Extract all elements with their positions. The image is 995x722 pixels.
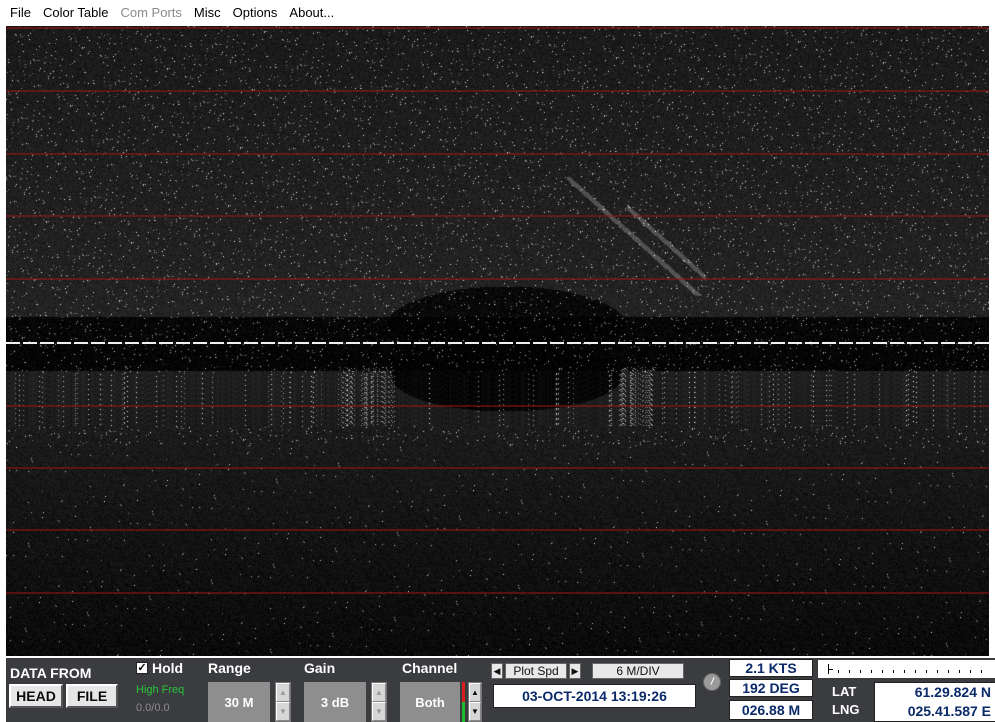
sonar-display[interactable] [6, 26, 989, 656]
channel-up-icon[interactable]: ▲ [469, 683, 481, 702]
gain-spinner[interactable]: ▲ ▼ [371, 682, 387, 722]
position-readout: 61.29.824 N 025.41.587 E [874, 682, 995, 722]
plot-speed-increase-icon[interactable]: ▶ [569, 663, 581, 679]
ruler-tick [882, 670, 883, 673]
lng-label: LNG [832, 702, 860, 717]
gain-up-icon[interactable]: ▲ [372, 683, 386, 702]
menu-bar: File Color Table Com Ports Misc Options … [0, 0, 995, 24]
lat-value: 61.29.824 N [914, 684, 991, 700]
gain-value[interactable]: 3 dB [304, 682, 366, 722]
channel-value[interactable]: Both [400, 682, 460, 722]
range-up-icon[interactable]: ▲ [276, 683, 290, 702]
head-button[interactable]: HEAD [9, 684, 63, 708]
ruler-tick [915, 670, 916, 673]
heading-readout: 192 DEG [729, 679, 813, 697]
lat-label: LAT [832, 684, 857, 699]
frequency-label: High Freq [136, 684, 185, 696]
range-spinner[interactable]: ▲ ▼ [275, 682, 291, 722]
ruler-tick [871, 670, 872, 673]
range-value[interactable]: 30 M [208, 682, 270, 722]
menu-color-table[interactable]: Color Table [37, 5, 115, 20]
datetime-readout: 03-OCT-2014 13:19:26 [493, 684, 696, 708]
scale-ruler [818, 660, 995, 678]
channel-starboard-indicator [462, 702, 465, 722]
ruler-tick [970, 670, 971, 673]
ruler-tick [849, 670, 850, 673]
control-panel: DATA FROM HEAD FILE ✓ Hold High Freq 0.0… [6, 658, 995, 722]
ruler-tick-foot [828, 669, 833, 670]
ruler-tick [926, 670, 927, 673]
gain-down-icon[interactable]: ▼ [372, 702, 386, 721]
gain-label: Gain [304, 660, 336, 676]
plot-speed-label: Plot Spd [505, 663, 567, 679]
hold-checkbox[interactable]: ✓ [136, 662, 148, 674]
depth-readout: 026.88 M [729, 700, 813, 720]
ruler-tick [981, 670, 982, 673]
ruler-tick [937, 670, 938, 673]
file-button[interactable]: FILE [66, 684, 118, 708]
menu-file[interactable]: File [0, 5, 37, 20]
ruler-tick [948, 670, 949, 673]
channel-down-icon[interactable]: ▼ [469, 702, 481, 721]
plot-speed-decrease-icon[interactable]: ◀ [491, 663, 503, 679]
ruler-tick [893, 670, 894, 673]
data-from-label: DATA FROM [10, 665, 92, 681]
dial-icon [703, 673, 721, 691]
ruler-tick [904, 670, 905, 673]
range-label: Range [208, 660, 251, 676]
menu-about[interactable]: About... [283, 5, 340, 20]
speed-readout: 2.1 KTS [729, 659, 813, 677]
channel-spinner[interactable]: ▲ ▼ [468, 682, 482, 722]
channel-port-indicator [462, 682, 465, 702]
range-down-icon[interactable]: ▼ [276, 702, 290, 721]
sonar-grid-overlay [6, 27, 989, 594]
ruler-tick [860, 670, 861, 673]
ruler-tick [959, 670, 960, 673]
lng-value: 025.41.587 E [907, 703, 991, 719]
menu-misc[interactable]: Misc [188, 5, 227, 20]
plot-speed-value: 6 M/DIV [592, 663, 684, 679]
hold-label: Hold [152, 660, 184, 676]
menu-options[interactable]: Options [227, 5, 284, 20]
ruler-tick [838, 670, 839, 673]
frequency-value: 0.0/0.0 [136, 702, 170, 714]
menu-com-ports: Com Ports [120, 4, 182, 20]
channel-label: Channel [402, 660, 458, 676]
